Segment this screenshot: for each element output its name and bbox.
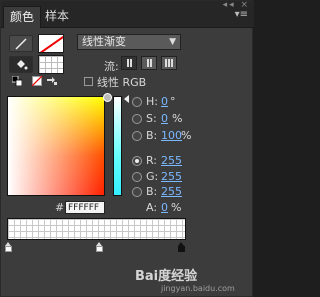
menu-icon[interactable]: ▾≡ bbox=[235, 9, 248, 20]
tab-bar: 颜色 样本 ◂◂ × ▾≡ bbox=[1, 0, 254, 28]
brightness-label: B: bbox=[146, 129, 158, 142]
green-radio[interactable] bbox=[132, 172, 142, 182]
fill-color-button[interactable] bbox=[9, 56, 33, 73]
fill-type-dropdown[interactable]: 线性渐变 ▼ bbox=[77, 34, 181, 50]
saturation-label: S: bbox=[146, 112, 157, 125]
hue-label: H: bbox=[146, 95, 158, 108]
red-label: R: bbox=[146, 154, 158, 167]
flow-extend-button[interactable] bbox=[121, 56, 137, 70]
watermark-url: jingyan.baidu.com bbox=[161, 284, 235, 293]
tab-swatches[interactable]: 样本 bbox=[39, 6, 75, 28]
hue-slider[interactable] bbox=[113, 96, 122, 196]
default-colors-icon[interactable] bbox=[11, 75, 23, 87]
color-panel: 颜色 样本 ◂◂ × ▾≡ 线性渐变 ▼ 流: 线性 RGB H: 0 ° S:… bbox=[0, 0, 254, 297]
stroke-color-swatch[interactable] bbox=[38, 34, 64, 53]
alpha-label: A: bbox=[146, 201, 158, 214]
blue-label: B: bbox=[146, 185, 158, 198]
hue-slider-handle[interactable] bbox=[124, 95, 129, 103]
green-label: G: bbox=[146, 170, 159, 183]
saturation-radio[interactable] bbox=[132, 114, 142, 124]
fill-type-value: 线性渐变 bbox=[82, 35, 126, 48]
tab-color[interactable]: 颜色 bbox=[3, 6, 42, 28]
linear-rgb-checkbox[interactable] bbox=[84, 77, 93, 86]
hex-label: # bbox=[55, 201, 65, 214]
saturation-value[interactable]: 0 bbox=[161, 112, 168, 125]
brightness-unit: % bbox=[181, 129, 192, 142]
blue-radio[interactable] bbox=[132, 187, 142, 197]
saturation-unit: % bbox=[172, 112, 183, 125]
swap-colors-icon[interactable] bbox=[46, 76, 57, 86]
flow-reflect-button[interactable] bbox=[141, 56, 157, 70]
chevron-down-icon: ▼ bbox=[169, 37, 176, 47]
color-field[interactable] bbox=[7, 93, 112, 196]
gradient-preview-bar[interactable] bbox=[7, 218, 186, 240]
hue-radio[interactable] bbox=[132, 97, 142, 107]
linear-rgb-label: 线性 RGB bbox=[97, 76, 147, 89]
gradient-stop-left[interactable] bbox=[5, 242, 12, 253]
gradient-stop-right[interactable] bbox=[178, 242, 185, 253]
watermark: Bai度经验 bbox=[135, 269, 198, 284]
flow-label: 流: bbox=[104, 60, 119, 73]
brightness-radio[interactable] bbox=[132, 131, 142, 141]
red-value[interactable]: 255 bbox=[161, 154, 182, 167]
color-field-cursor[interactable] bbox=[103, 93, 112, 102]
blue-value[interactable]: 255 bbox=[161, 185, 182, 198]
stroke-color-button[interactable] bbox=[9, 35, 33, 52]
red-radio[interactable] bbox=[132, 156, 142, 166]
pencil-icon bbox=[15, 37, 27, 50]
hue-value[interactable]: 0 bbox=[161, 95, 168, 108]
fill-color-swatch[interactable] bbox=[38, 55, 64, 74]
hex-input[interactable] bbox=[65, 201, 105, 214]
gradient-stop-middle[interactable] bbox=[96, 242, 103, 253]
paint-bucket-icon bbox=[17, 60, 28, 70]
hue-unit: ° bbox=[170, 95, 176, 108]
alpha-unit: % bbox=[171, 201, 182, 214]
alpha-value[interactable]: 0 bbox=[161, 201, 168, 214]
flow-repeat-button[interactable] bbox=[161, 56, 177, 70]
green-value[interactable]: 255 bbox=[161, 170, 182, 183]
no-color-icon[interactable] bbox=[31, 75, 43, 87]
brightness-value[interactable]: 100 bbox=[161, 129, 182, 142]
